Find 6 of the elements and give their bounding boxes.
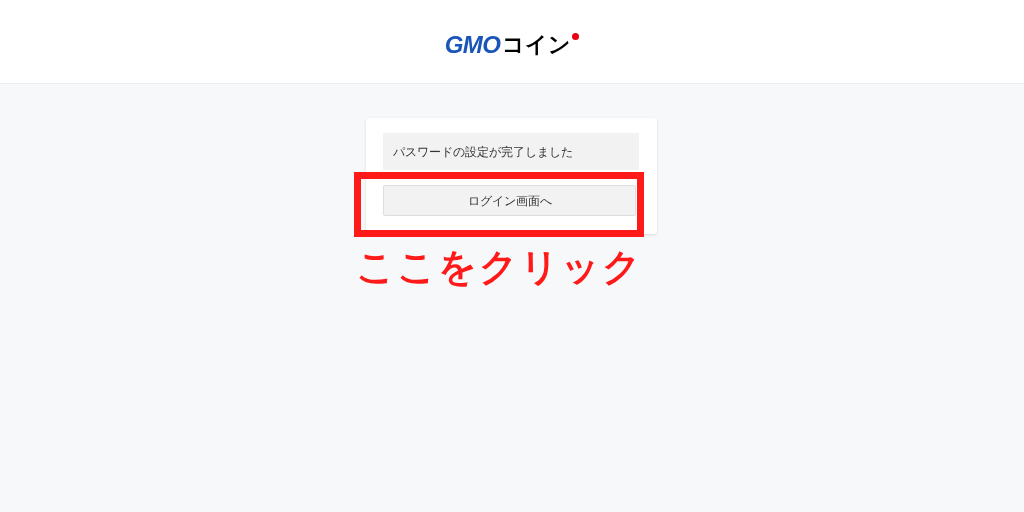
status-message: パスワードの設定が完了しました xyxy=(383,133,639,170)
logo-dot-icon xyxy=(572,33,580,40)
logo-brand-text: GMO xyxy=(444,32,501,57)
annotation-text: ここをクリック xyxy=(356,248,643,286)
login-screen-button[interactable]: ログイン画面へ xyxy=(383,185,636,216)
logo-product-text: コイン xyxy=(502,33,572,56)
